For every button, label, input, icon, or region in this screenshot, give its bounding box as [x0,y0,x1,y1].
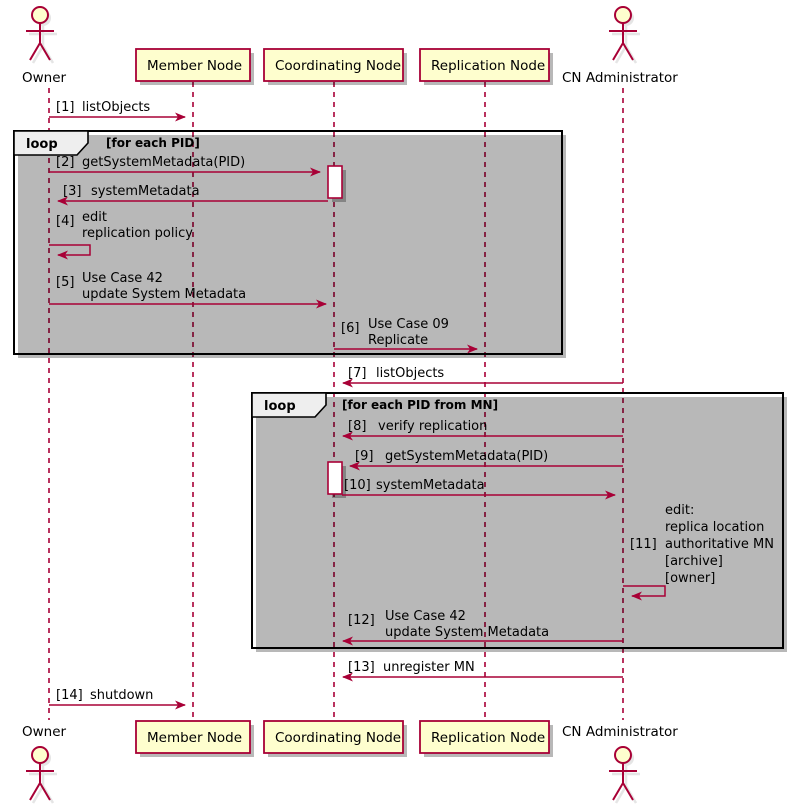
message-13-unregister-mn: [13] unregister MN [342,660,623,682]
message-9-label: getSystemMetadata(PID) [385,449,548,464]
participant-label-cn-administrator-top: CN Administrator [562,70,678,86]
loop1-kind-label: loop [26,137,58,152]
message-6-label-line1: Use Case 09 [368,317,449,332]
message-2-number: [2] [56,155,74,170]
message-14-number: [14] [56,688,83,703]
message-11-number: [11] [630,537,657,552]
participant-label-coordinating-node-top: Coordinating Node [275,58,401,74]
owner-actor-body-icon-bottom [26,763,54,801]
message-4-number: [4] [56,214,74,229]
message-11-label-line4: [archive] [665,554,723,569]
message-7-label: listObjects [376,366,444,381]
message-1-label: listObjects [82,100,150,115]
message-12-label-line2: update System Metadata [385,625,549,640]
participant-label-replication-node-bottom: Replication Node [431,730,545,746]
participant-coordinating-node-bottom: Coordinating Node [263,720,407,757]
sequence-diagram-svg: loop [for each PID] loop [for each PID f… [13,6,787,804]
message-13-label: unregister MN [383,660,475,675]
message-9-number: [9] [355,449,373,464]
activation-coordinating-node-2 [327,461,343,495]
message-6-number: [6] [341,321,359,336]
participant-member-node-bottom: Member Node [135,720,254,757]
message-11-label-line1: edit: [665,503,694,518]
loop2-kind-label: loop [264,399,296,414]
participant-label-replication-node-top: Replication Node [431,58,545,74]
loop1-condition-label: [for each PID] [106,136,200,150]
message-11-label-line3: authoritative MN [665,537,774,552]
participant-label-owner-bottom: Owner [22,724,67,740]
message-4-label-line1: edit [82,210,107,225]
owner-actor-head-icon [31,6,49,24]
participant-label-cn-administrator-bottom: CN Administrator [562,724,678,740]
participant-replication-node-top: Replication Node [419,48,553,85]
cn-administrator-actor-body-icon [609,23,637,61]
participant-coordinating-node-top: Coordinating Node [263,48,407,85]
message-3-label: systemMetadata [91,184,200,199]
message-11-label-line5: [owner] [665,571,715,586]
message-7-listObjects: [7] listObjects [342,366,623,388]
actor-owner-top: Owner [22,6,67,86]
cn-administrator-actor-head-icon [614,6,632,24]
message-10-label: systemMetadata [376,478,485,493]
message-13-number: [13] [348,660,375,675]
message-4-label-line2: replication policy [82,226,193,241]
message-11-label-line2: replica location [665,520,764,535]
participant-label-coordinating-node-bottom: Coordinating Node [275,730,401,746]
participant-member-node-top: Member Node [135,48,254,85]
owner-actor-head-icon-bottom [31,746,49,764]
message-5-label-line2: update System Metadata [82,287,246,302]
participant-label-owner-top: Owner [22,70,67,86]
message-5-number: [5] [56,275,74,290]
loop2-condition-label: [for each PID from MN] [342,398,498,412]
sequence-diagram-canvas: loop [for each PID] loop [for each PID f… [0,0,795,809]
message-12-number: [12] [348,613,375,628]
actor-cn-administrator-top: CN Administrator [562,6,678,86]
owner-actor-body-icon [26,23,54,61]
actor-cn-administrator-bottom: CN Administrator [562,724,678,804]
message-7-number: [7] [348,366,366,381]
message-12-label-line1: Use Case 42 [385,609,466,624]
message-14-label: shutdown [90,688,153,703]
message-5-label-line1: Use Case 42 [82,271,163,286]
participant-label-member-node-top: Member Node [147,58,242,74]
message-8-label: verify replication [378,419,487,434]
message-10-number: [10] [344,478,371,493]
message-2-label: getSystemMetadata(PID) [82,155,245,170]
participant-label-member-node-bottom: Member Node [147,730,242,746]
activation-coordinating-node-1 [327,165,343,199]
message-1-number: [1] [56,100,74,115]
cn-administrator-actor-body-icon-bottom [609,763,637,801]
participant-replication-node-bottom: Replication Node [419,720,553,757]
message-8-number: [8] [348,419,366,434]
message-6-label-line2: Replicate [368,333,428,348]
message-1-listObjects: [1] listObjects [49,100,186,122]
message-14-shutdown: [14] shutdown [49,688,186,710]
message-3-number: [3] [63,184,81,199]
actor-owner-bottom: Owner [22,724,67,804]
cn-administrator-actor-head-icon-bottom [614,746,632,764]
